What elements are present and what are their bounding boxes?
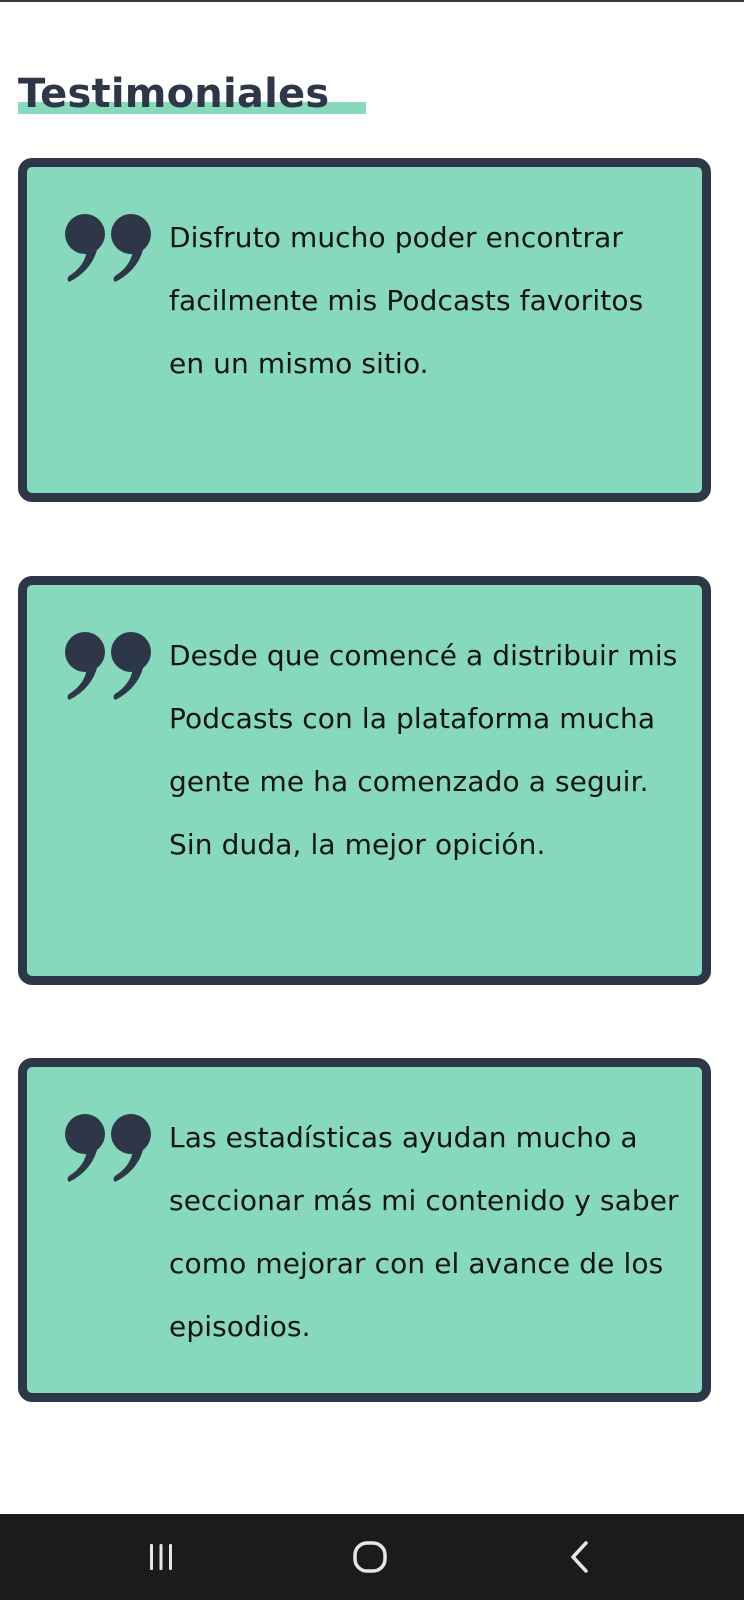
quote-icon bbox=[63, 1112, 159, 1182]
testimonial-card: Las estadísticas ayudan mucho a secciona… bbox=[18, 1058, 711, 1402]
back-icon bbox=[571, 1541, 588, 1573]
back-button[interactable] bbox=[550, 1532, 610, 1582]
testimonial-text: Disfruto mucho poder encontrar facilment… bbox=[169, 221, 644, 380]
recent-apps-icon bbox=[150, 1544, 172, 1570]
section-header: Testimoniales bbox=[18, 66, 366, 122]
quote-icon bbox=[63, 212, 159, 282]
system-navigation-bar bbox=[0, 1514, 744, 1600]
testimonial-text: Desde que comencé a distribuir mis Podca… bbox=[169, 639, 678, 861]
testimonial-text: Las estadísticas ayudan mucho a secciona… bbox=[169, 1121, 679, 1343]
testimonial-card: Disfruto mucho poder encontrar facilment… bbox=[18, 158, 711, 502]
testimonial-card: Desde que comencé a distribuir mis Podca… bbox=[18, 576, 711, 985]
home-icon bbox=[353, 1541, 387, 1573]
recent-apps-button[interactable] bbox=[131, 1532, 191, 1582]
section-title: Testimoniales bbox=[18, 71, 330, 117]
top-divider bbox=[0, 0, 744, 2]
home-button[interactable] bbox=[340, 1532, 400, 1582]
quote-icon bbox=[63, 630, 159, 700]
